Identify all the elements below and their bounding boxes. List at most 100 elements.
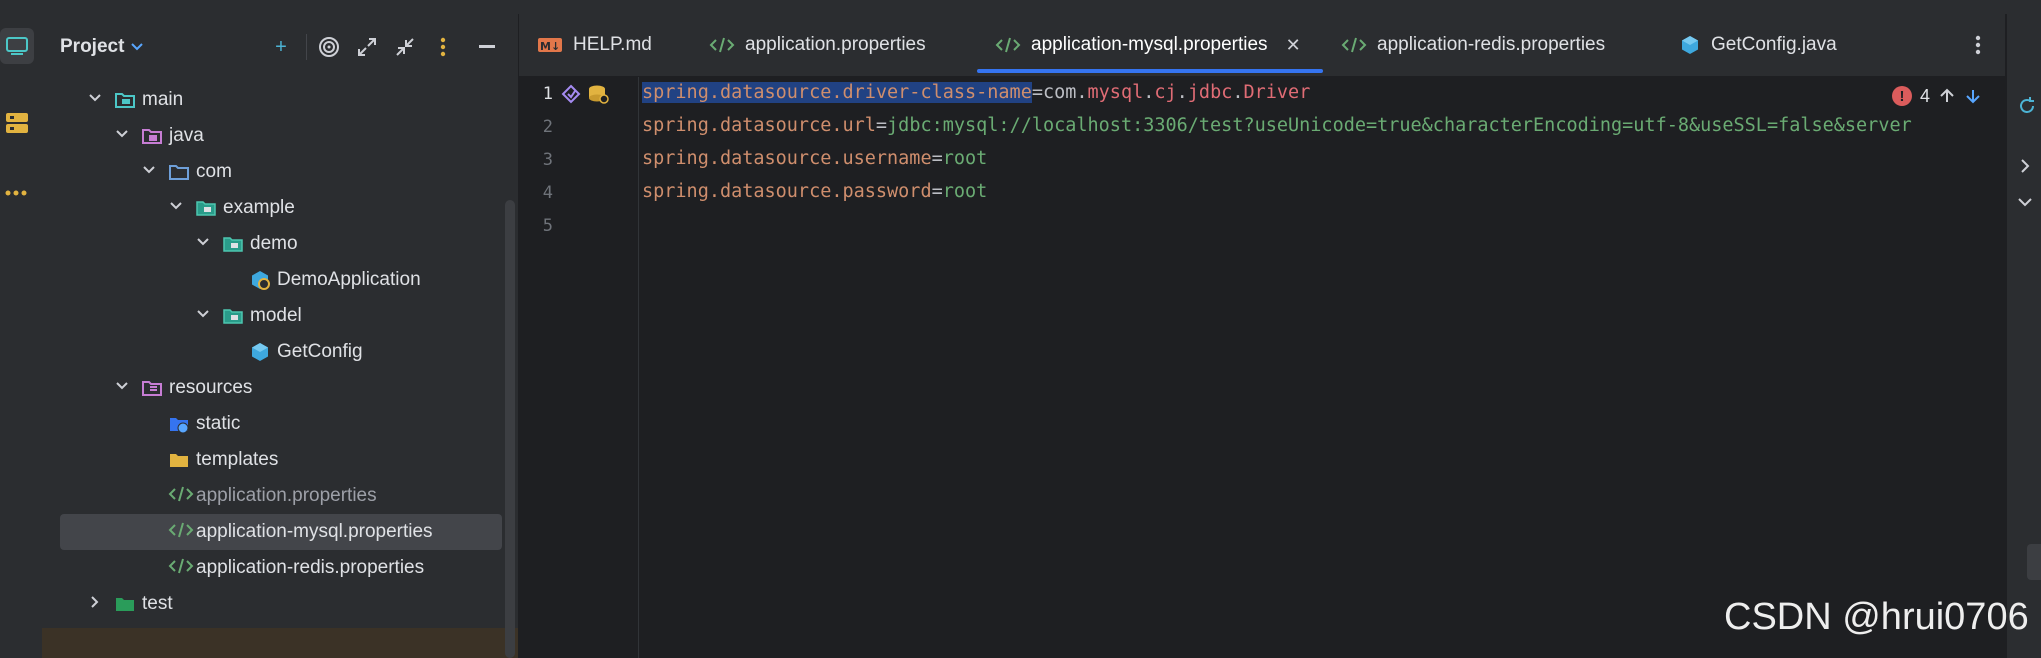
package-icon — [195, 197, 217, 219]
chevron-down-icon[interactable] — [168, 198, 188, 218]
tree-item-static[interactable]: static — [42, 406, 518, 442]
tree-item-templates[interactable]: templates — [42, 442, 518, 478]
tree-item-application-mysql-properties[interactable]: application-mysql.properties — [42, 514, 518, 550]
tree-scrollbar[interactable] — [505, 200, 515, 658]
project-view-selector[interactable]: Project — [60, 36, 144, 58]
templates-folder-icon — [168, 449, 190, 471]
tab-application-mysql-properties[interactable]: application-mysql.properties ✕ — [995, 14, 1301, 76]
more-tools-button[interactable] — [0, 176, 34, 210]
markdown-icon: M↓ — [538, 38, 562, 53]
property-value: root — [942, 181, 988, 202]
tree-item-com[interactable]: com — [42, 154, 518, 190]
left-tool-strip — [0, 14, 43, 658]
tab-getconfig-java[interactable]: GetConfig.java — [1679, 14, 1837, 76]
right-scroll-thumb[interactable] — [2027, 544, 2041, 580]
tab-help-md[interactable]: M↓ HELP.md — [537, 14, 652, 76]
tree-item-getconfig[interactable]: GetConfig — [42, 334, 518, 370]
tab-label: application-redis.properties — [1377, 34, 1606, 55]
tree-item-demoapplication[interactable]: DemoApplication — [42, 262, 518, 298]
tree-item-label: templates — [196, 449, 279, 470]
expand-all-icon — [358, 38, 376, 56]
chevron-down-icon[interactable] — [2017, 196, 2033, 208]
chevron-down-icon[interactable] — [141, 162, 161, 182]
chevron-down-icon[interactable] — [195, 306, 215, 326]
close-icon[interactable]: ✕ — [1286, 35, 1301, 56]
chevron-down-icon[interactable] — [195, 234, 215, 254]
database-icon — [6, 113, 28, 133]
tab-actions-button[interactable] — [1975, 14, 1981, 76]
arrow-up-icon[interactable] — [1938, 87, 1956, 105]
tree-item-java[interactable]: java — [42, 118, 518, 154]
inspection-widget[interactable]: ! 4 — [1892, 76, 2002, 116]
options-button[interactable] — [430, 34, 456, 60]
tree-item-demo[interactable]: demo — [42, 226, 518, 262]
refresh-icon[interactable] — [2017, 96, 2037, 116]
new-file-button[interactable]: + — [268, 34, 294, 60]
line-number: 3 — [542, 150, 553, 170]
tree-item-label: demo — [250, 233, 298, 254]
right-tool-strip — [2006, 14, 2041, 658]
code-line-1[interactable]: spring.datasource.driver-class-name=com.… — [642, 82, 1310, 103]
value-part: mysql — [1087, 82, 1144, 103]
arrow-down-icon[interactable] — [1964, 87, 1982, 105]
line-number: 1 — [542, 84, 553, 104]
class-icon — [249, 341, 271, 363]
minimize-icon — [479, 45, 495, 48]
tree-item-main[interactable]: main — [42, 82, 518, 118]
chevron-down-icon — [131, 43, 144, 51]
resources-folder-icon — [141, 377, 163, 399]
tab-label: HELP.md — [573, 34, 652, 55]
project-title: Project — [60, 36, 125, 57]
chevron-right-icon[interactable] — [87, 594, 107, 614]
value-part: com — [1042, 82, 1077, 103]
plus-icon: + — [275, 35, 287, 58]
target-icon — [319, 37, 339, 57]
properties-file-icon — [1341, 37, 1367, 53]
java-source-folder-icon — [141, 125, 163, 147]
code-line-3[interactable]: spring.datasource.username=root — [642, 148, 987, 169]
line-number: 4 — [542, 183, 553, 203]
tree-item-label: application-mysql.properties — [196, 521, 433, 542]
chevron-right-icon[interactable] — [2019, 158, 2031, 174]
tree-item-test[interactable]: test — [42, 586, 518, 622]
project-panel: Project + main java com example demo DemoAppl… — [42, 14, 519, 658]
spring-gutter-icon[interactable] — [561, 84, 581, 104]
tree-item-resources[interactable]: resources — [42, 370, 518, 406]
tree-item-application-redis-properties[interactable]: application-redis.properties — [42, 550, 518, 586]
expand-all-button[interactable] — [354, 34, 380, 60]
chevron-down-icon[interactable] — [114, 378, 134, 398]
tree-item-label: application-redis.properties — [196, 557, 425, 578]
source-root-folder-icon — [114, 89, 136, 111]
tree-item-example[interactable]: example — [42, 190, 518, 226]
property-key: spring.datasource.username — [642, 148, 932, 169]
tab-application-properties[interactable]: application.properties — [709, 14, 926, 76]
property-key: spring.datasource.password — [642, 181, 932, 202]
more-vertical-icon — [1975, 35, 1981, 55]
code-line-2[interactable]: spring.datasource.url=jdbc:mysql://local… — [642, 115, 2002, 136]
tree-item-application-properties[interactable]: application.properties — [42, 478, 518, 514]
equals-sign: = — [931, 148, 943, 169]
collapse-all-button[interactable] — [392, 34, 418, 60]
error-icon: ! — [1892, 86, 1912, 106]
chevron-down-icon[interactable] — [114, 126, 134, 146]
hide-panel-button[interactable] — [474, 34, 500, 60]
code-line-4[interactable]: spring.datasource.password=root — [642, 181, 987, 202]
property-key: spring.datasource.url — [642, 115, 876, 136]
tree-item-label: model — [250, 305, 302, 326]
datasource-gutter-icon[interactable] — [587, 84, 609, 104]
window-top-strip — [0, 0, 2041, 14]
tree-item-model[interactable]: model — [42, 298, 518, 334]
chevron-down-icon[interactable] — [87, 90, 107, 110]
property-key: spring.datasource.driver-class-name — [642, 82, 1032, 103]
tab-application-redis-properties[interactable]: application-redis.properties — [1341, 14, 1605, 76]
tree-item-label: resources — [169, 377, 253, 398]
database-tool-button[interactable] — [0, 106, 34, 140]
project-icon — [6, 37, 28, 55]
select-opened-file-button[interactable] — [316, 34, 342, 60]
value-part: . — [1076, 82, 1088, 103]
line-number: 5 — [542, 216, 553, 236]
project-panel-header: Project + — [42, 14, 518, 78]
project-tool-button[interactable] — [0, 28, 34, 64]
collapse-all-icon — [396, 38, 414, 56]
package-folder-icon — [168, 161, 190, 183]
